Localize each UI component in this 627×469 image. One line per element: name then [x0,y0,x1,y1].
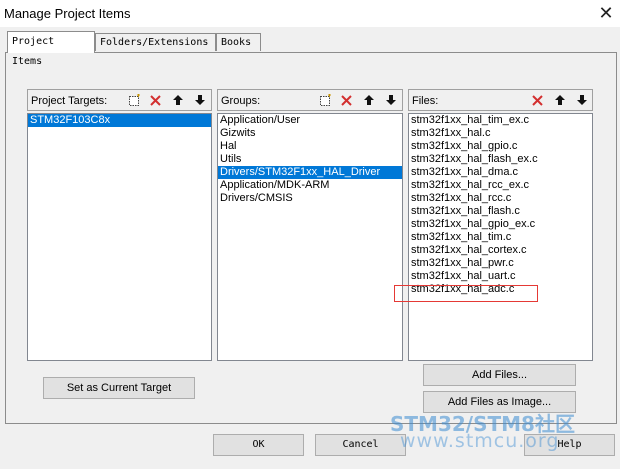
list-item[interactable]: stm32f1xx_hal_rcc.c [409,192,592,205]
files-header: Files: [408,89,593,111]
list-item[interactable]: Application/MDK-ARM [218,179,402,192]
groups-list[interactable]: Application/User Gizwits Hal Utils Drive… [217,113,403,361]
list-item[interactable]: stm32f1xx_hal_tim.c [409,231,592,244]
set-current-target-button[interactable]: Set as Current Target [43,377,195,399]
annotation-highlight-box [394,285,538,302]
move-up-icon[interactable] [552,92,568,108]
list-item[interactable]: Gizwits [218,127,402,140]
list-item[interactable]: Drivers/CMSIS [218,192,402,205]
ok-button[interactable]: OK [213,434,304,456]
move-up-icon[interactable] [170,92,186,108]
list-item[interactable]: stm32f1xx_hal.c [409,127,592,140]
project-targets-list[interactable]: STM32F103C8x [27,113,212,361]
move-down-icon[interactable] [192,92,208,108]
list-item[interactable]: stm32f1xx_hal_flash.c [409,205,592,218]
list-item[interactable]: stm32f1xx_hal_gpio.c [409,140,592,153]
list-item[interactable]: stm32f1xx_hal_rcc_ex.c [409,179,592,192]
tab-label: Books [221,37,252,48]
tab-books[interactable]: Books [216,33,261,51]
list-item[interactable]: Utils [218,153,402,166]
delete-file-icon[interactable] [529,92,545,108]
project-targets-group: Project Targets: STM32F103C8x [27,89,212,361]
delete-group-icon[interactable] [338,92,354,108]
tab-folders-extensions[interactable]: Folders/Extensions [95,33,216,51]
add-files-button[interactable]: Add Files... [423,364,576,386]
list-item[interactable]: Application/User [218,114,402,127]
background-window-edge [620,27,627,469]
list-item[interactable]: stm32f1xx_hal_cortex.c [409,244,592,257]
groups-header: Groups: [217,89,403,111]
move-up-icon[interactable] [361,92,377,108]
list-item[interactable]: Hal [218,140,402,153]
list-item[interactable]: STM32F103C8x [28,114,211,127]
files-list[interactable]: stm32f1xx_hal_tim_ex.c stm32f1xx_hal.c s… [408,113,593,361]
cancel-button[interactable]: Cancel [315,434,406,456]
tab-project-items[interactable]: Project Items [7,31,95,67]
close-icon[interactable]: ✕ [592,2,620,24]
groups-label: Groups: [221,95,261,107]
list-item[interactable]: stm32f1xx_hal_dma.c [409,166,592,179]
move-down-icon[interactable] [574,92,590,108]
groups-group: Groups: Application/User Gizwits Hal Uti… [217,89,403,361]
new-group-icon[interactable] [317,92,333,108]
files-label: Files: [412,95,439,107]
list-item[interactable]: stm32f1xx_hal_uart.c [409,270,592,283]
list-item[interactable]: stm32f1xx_hal_gpio_ex.c [409,218,592,231]
move-down-icon[interactable] [383,92,399,108]
list-item[interactable]: stm32f1xx_hal_pwr.c [409,257,592,270]
project-targets-header: Project Targets: [27,89,212,111]
list-item[interactable]: stm32f1xx_hal_tim_ex.c [409,114,592,127]
list-item[interactable]: stm32f1xx_hal_flash_ex.c [409,153,592,166]
title-bar: Manage Project Items ✕ [0,0,627,27]
project-targets-label: Project Targets: [31,95,108,107]
manage-project-items-dialog: Manage Project Items ✕ Project Items Fol… [0,0,627,469]
list-item[interactable]: Drivers/STM32F1xx_HAL_Driver [218,166,402,179]
delete-target-icon[interactable] [147,92,163,108]
window-title: Manage Project Items [4,6,131,21]
files-group: Files: stm32f1xx_hal_tim_ex.c stm32f1xx_… [408,89,593,361]
watermark-site-url: www.stmcu.org [400,430,560,452]
new-target-icon[interactable] [126,92,142,108]
tab-label: Folders/Extensions [100,37,209,48]
